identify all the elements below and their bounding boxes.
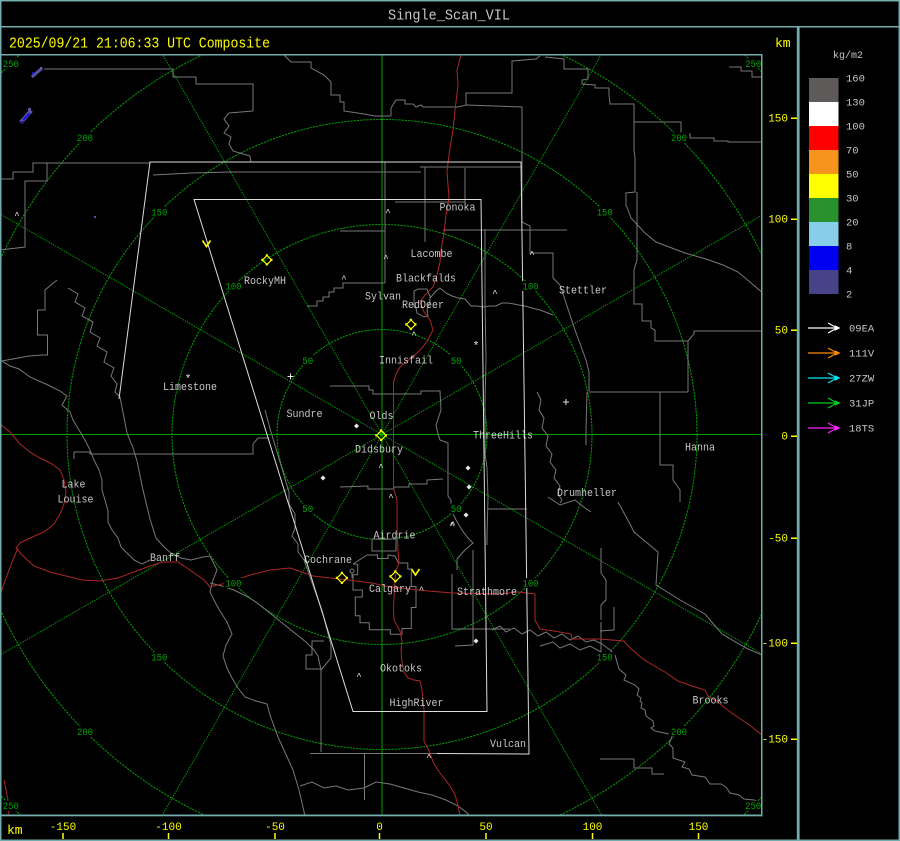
svg-text:100: 100 — [523, 580, 539, 591]
svg-text:2025/09/21 21:06:33 UTC Compos: 2025/09/21 21:06:33 UTC Composite — [9, 36, 270, 53]
svg-text:200: 200 — [671, 728, 687, 739]
svg-text:200: 200 — [77, 134, 93, 145]
svg-text:31JP: 31JP — [849, 399, 874, 411]
svg-text:kg/m2: kg/m2 — [833, 50, 863, 62]
svg-text:18TS: 18TS — [849, 424, 874, 436]
svg-text:Sundre: Sundre — [287, 409, 323, 421]
svg-text:50: 50 — [775, 326, 788, 338]
svg-text:Drumheller: Drumheller — [557, 488, 617, 500]
svg-text:150: 150 — [151, 208, 167, 219]
svg-text:150: 150 — [597, 208, 613, 219]
svg-text:Innisfail: Innisfail — [379, 356, 433, 368]
svg-text:ThreeHills: ThreeHills — [473, 431, 533, 443]
svg-text:50: 50 — [846, 170, 859, 182]
svg-text:Louise: Louise — [58, 495, 94, 507]
svg-text:Calgary: Calgary — [369, 584, 411, 596]
svg-text:^: ^ — [411, 331, 416, 341]
svg-text:100: 100 — [523, 283, 539, 294]
svg-text:Didsbury: Didsbury — [355, 445, 403, 457]
svg-text:^: ^ — [356, 672, 361, 682]
svg-text:-100: -100 — [762, 639, 788, 651]
svg-text:HighRiver: HighRiver — [390, 698, 444, 710]
svg-text:km: km — [775, 36, 791, 51]
svg-text:-150: -150 — [50, 822, 76, 834]
svg-text:Airdrie: Airdrie — [374, 531, 416, 543]
svg-text:100: 100 — [583, 822, 603, 834]
svg-text:Blackfalds: Blackfalds — [396, 274, 456, 286]
svg-text:30: 30 — [846, 194, 859, 206]
svg-text:250: 250 — [745, 802, 761, 813]
svg-text:111V: 111V — [849, 349, 875, 361]
svg-text:Okotoks: Okotoks — [380, 664, 422, 676]
svg-text:^: ^ — [529, 250, 534, 260]
svg-text:RedDeer: RedDeer — [402, 300, 444, 312]
svg-text:Brooks: Brooks — [693, 696, 729, 708]
svg-text:Hanna: Hanna — [685, 443, 715, 455]
svg-text:^: ^ — [378, 463, 383, 473]
svg-text:Lacombe: Lacombe — [411, 249, 453, 261]
svg-text:50: 50 — [302, 357, 313, 368]
svg-text:-150: -150 — [762, 735, 788, 747]
svg-text:200: 200 — [671, 134, 687, 145]
svg-text:^: ^ — [492, 289, 497, 299]
svg-text:Banff: Banff — [150, 553, 180, 565]
svg-text:130: 130 — [846, 98, 865, 110]
svg-text:^: ^ — [383, 254, 388, 264]
svg-text:^: ^ — [419, 586, 424, 596]
svg-text:8: 8 — [846, 242, 852, 254]
svg-text:2: 2 — [846, 290, 852, 302]
svg-text:160: 160 — [846, 74, 865, 86]
svg-text:Sylvan: Sylvan — [365, 292, 401, 304]
svg-text:50: 50 — [451, 357, 462, 368]
svg-text:4: 4 — [846, 266, 852, 278]
svg-text:-50: -50 — [768, 534, 788, 546]
svg-text:0: 0 — [376, 822, 383, 834]
svg-text:100: 100 — [768, 215, 788, 227]
svg-text:0: 0 — [781, 432, 788, 444]
svg-text:27ZW: 27ZW — [849, 374, 875, 386]
svg-text:^: ^ — [385, 208, 390, 218]
svg-text:200: 200 — [77, 728, 93, 739]
svg-text:km: km — [7, 823, 23, 838]
svg-text:Ponoka: Ponoka — [440, 203, 476, 215]
svg-text:Vulcan: Vulcan — [490, 739, 526, 751]
svg-text:^: ^ — [449, 521, 454, 531]
svg-text:100: 100 — [846, 122, 865, 134]
svg-text:150: 150 — [151, 654, 167, 665]
svg-text:Olds: Olds — [370, 411, 394, 423]
svg-text:^: ^ — [426, 753, 431, 763]
svg-text:50: 50 — [451, 505, 462, 516]
svg-text:50: 50 — [302, 505, 313, 516]
svg-text:Strathmore: Strathmore — [457, 587, 517, 599]
svg-text:150: 150 — [768, 114, 788, 126]
svg-text:-100: -100 — [155, 822, 181, 834]
svg-text:100: 100 — [226, 283, 242, 294]
svg-text:100: 100 — [226, 580, 242, 591]
svg-text:Single_Scan_VIL: Single_Scan_VIL — [388, 8, 510, 25]
svg-text:70: 70 — [846, 146, 859, 158]
svg-text:^: ^ — [341, 275, 346, 285]
svg-text:^: ^ — [14, 211, 19, 221]
svg-text:150: 150 — [689, 822, 709, 834]
svg-text:50: 50 — [479, 822, 492, 834]
svg-text:09EA: 09EA — [849, 324, 875, 336]
svg-text:Stettler: Stettler — [559, 286, 607, 298]
svg-text:250: 250 — [745, 60, 761, 71]
svg-text:20: 20 — [846, 218, 859, 230]
svg-text:Cochrane: Cochrane — [304, 555, 352, 567]
svg-text:250: 250 — [3, 60, 19, 71]
svg-text:RockyMH: RockyMH — [244, 276, 286, 288]
svg-text:150: 150 — [597, 654, 613, 665]
svg-text:250: 250 — [3, 802, 19, 813]
svg-text:-50: -50 — [265, 822, 285, 834]
svg-text:Lake: Lake — [62, 480, 86, 492]
svg-text:^: ^ — [388, 493, 393, 503]
svg-text:*: * — [185, 374, 192, 386]
svg-text:*: * — [473, 341, 480, 353]
